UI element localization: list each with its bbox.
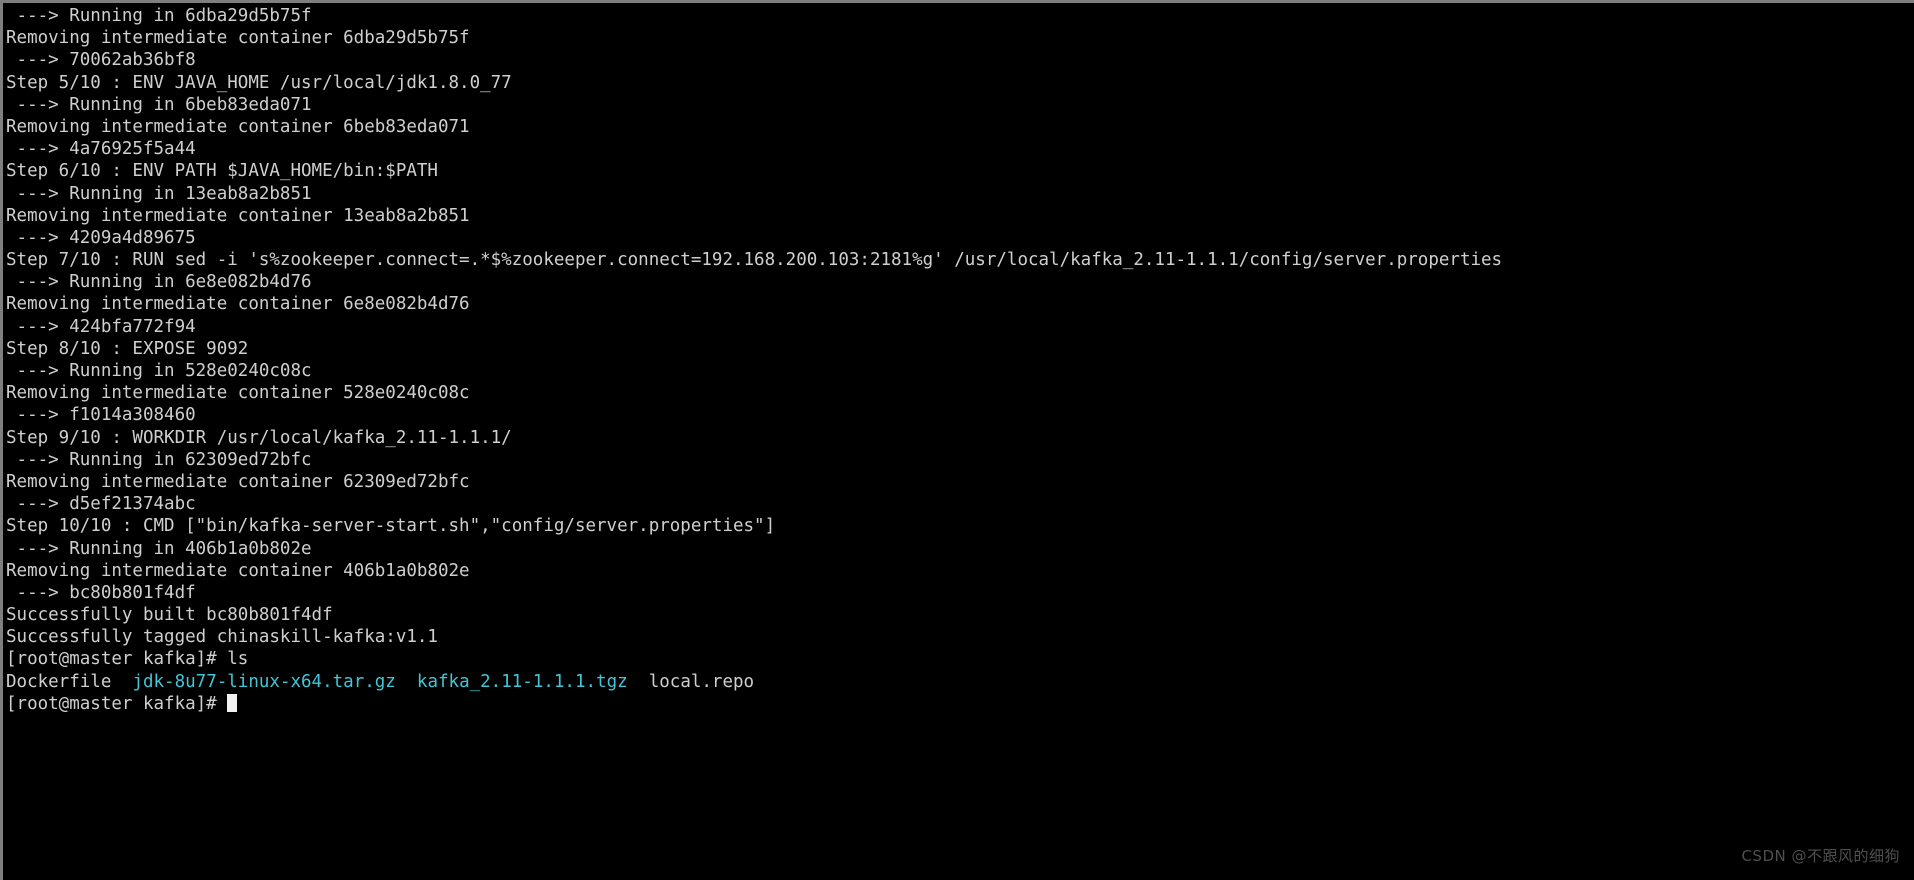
terminal-line: ---> Running in 528e0240c08c [6, 361, 312, 381]
terminal-line: Step 7/10 : RUN sed -i 's%zookeeper.conn… [6, 250, 1503, 271]
terminal-line: Successfully tagged chinaskill-kafka:v1.… [6, 627, 438, 648]
terminal-window[interactable]: ---> Running in 6dba29d5b75f Removing int… [0, 0, 1914, 880]
terminal-line: ---> 424bfa772f94 [6, 316, 196, 337]
terminal-output-area[interactable]: ---> Running in 6dba29d5b75f Removing int… [3, 3, 1914, 880]
ls-entry-separator [396, 672, 417, 692]
terminal-line: ---> f1014a308460 [6, 405, 196, 426]
ls-entry-archive: jdk-8u77-linux-x64.tar.gz [132, 671, 396, 692]
ls-entry-file: local.repo [648, 671, 755, 692]
ls-entry-archive: kafka_2.11-1.1.1.tgz [416, 671, 628, 692]
text-cursor [227, 693, 238, 712]
terminal-line: Step 10/10 : CMD ["bin/kafka-server-star… [6, 516, 776, 537]
terminal-line: ---> 4a76925f5a44 [6, 139, 196, 160]
command-prompt-line[interactable]: [root@master kafka]# [6, 693, 1914, 715]
terminal-line: Removing intermediate container 528e0240… [6, 383, 470, 404]
terminal-line: Removing intermediate container 13eab8a2… [6, 205, 470, 226]
terminal-line: ---> Running in 13eab8a2b851 [6, 183, 312, 204]
terminal-line: Removing intermediate container 406b1a0b… [6, 560, 470, 581]
terminal-line: ---> Running in 6e8e082b4d76 [6, 272, 312, 293]
terminal-line: Step 8/10 : EXPOSE 9092 [6, 338, 249, 359]
terminal-line: Step 9/10 : WORKDIR /usr/local/kafka_2.1… [6, 427, 512, 448]
terminal-line: Removing intermediate container 6dba29d5… [6, 28, 470, 49]
ls-entry-file: Dockerfile [6, 671, 112, 692]
terminal-line: ---> 70062ab36bf8 [6, 50, 196, 71]
terminal-line: Step 6/10 : ENV PATH $JAVA_HOME/bin:$PAT… [6, 161, 438, 182]
terminal-line: ---> Running in 406b1a0b802e [6, 538, 312, 559]
shell-prompt: [root@master kafka]# [6, 693, 228, 714]
terminal-line: ---> 4209a4d89675 [6, 227, 196, 248]
ls-entry-separator [628, 672, 649, 692]
ls-entry-separator [111, 672, 132, 692]
terminal-line: ---> bc80b801f4df [6, 582, 196, 603]
terminal-line: ---> Running in 62309ed72bfc [6, 449, 312, 470]
ls-output-line: Dockerfile jdk-8u77-linux-x64.tar.gz kaf… [6, 671, 1914, 693]
terminal-line: Step 5/10 : ENV JAVA_HOME /usr/local/jdk… [6, 72, 512, 93]
terminal-line: Removing intermediate container 6e8e082b… [6, 294, 470, 315]
terminal-line: ---> Running in 6dba29d5b75f [6, 6, 312, 26]
terminal-line: Successfully built bc80b801f4df [6, 605, 333, 626]
terminal-line: ---> d5ef21374abc [6, 494, 196, 515]
terminal-line: ---> Running in 6beb83eda071 [6, 94, 312, 115]
terminal-line: [root@master kafka]# ls [6, 649, 249, 670]
terminal-line: Removing intermediate container 62309ed7… [6, 471, 470, 492]
terminal-line: Removing intermediate container 6beb83ed… [6, 116, 470, 137]
